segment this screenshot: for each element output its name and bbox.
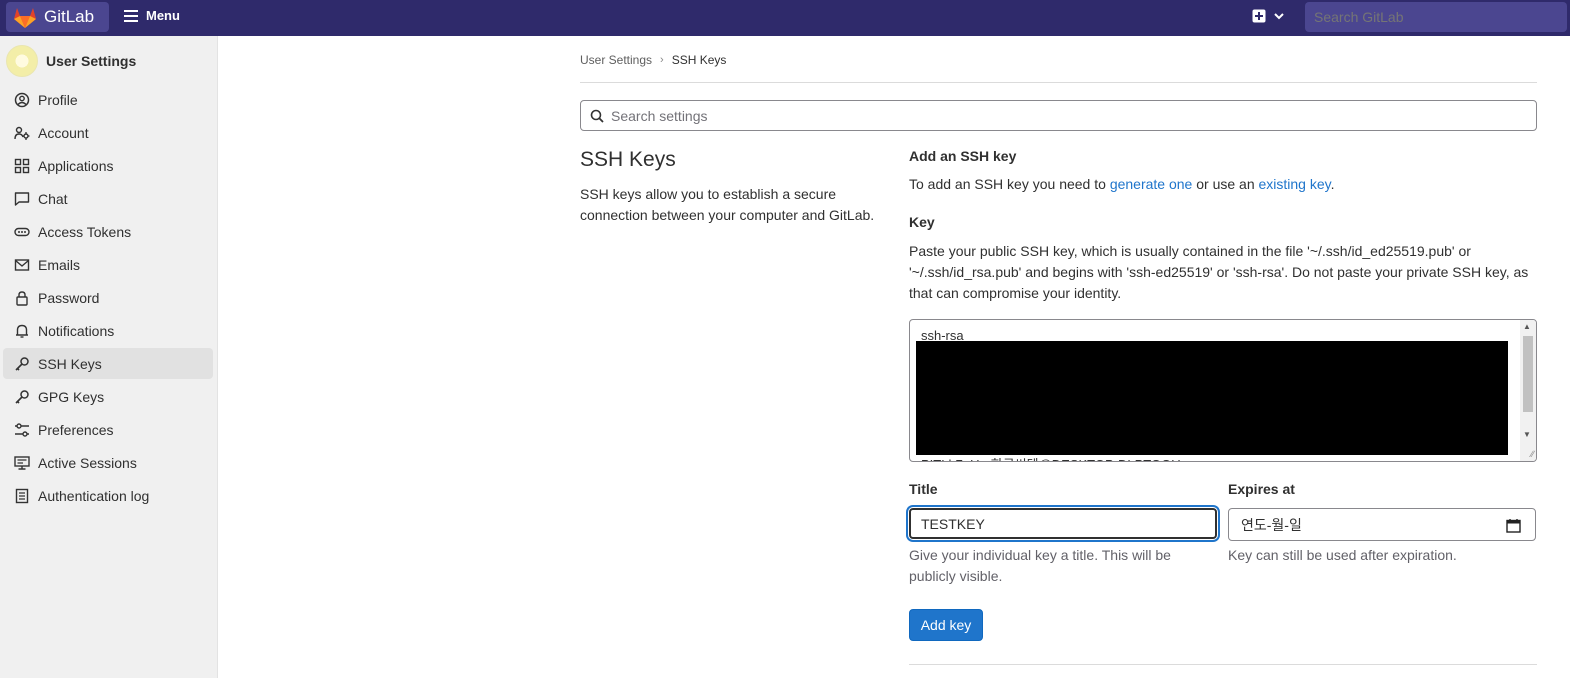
resize-handle-icon[interactable]: ∕∕ (1531, 449, 1534, 459)
expires-label: Expires at (1228, 481, 1295, 497)
expires-help-text: Key can still be used after expiration. (1228, 547, 1457, 563)
sidebar-item-account[interactable]: Account (3, 117, 213, 148)
account-icon (14, 125, 30, 141)
sidebar-item-label: Active Sessions (38, 454, 137, 471)
generate-one-link[interactable]: generate one (1110, 176, 1193, 192)
gitlab-home-link[interactable]: GitLab (6, 2, 109, 32)
avatar (6, 45, 38, 77)
sidebar-item-label: Applications (38, 157, 114, 174)
chat-icon (14, 191, 30, 207)
sidebar-item-applications[interactable]: Applications (3, 150, 213, 181)
redacted-key-block (916, 341, 1508, 455)
applications-icon (14, 158, 30, 174)
sidebar-item-label: GPG Keys (38, 388, 105, 405)
title-help-text: Give your individual key a title. This w… (909, 547, 1171, 584)
sidebar-item-password[interactable]: Password (3, 282, 213, 313)
sidebar-item-label: Profile (38, 91, 78, 108)
section-title: SSH Keys (580, 148, 676, 171)
form-heading: Add an SSH key (909, 148, 1017, 164)
profile-icon (14, 92, 30, 108)
divider (580, 82, 1537, 83)
sidebar-item-label: Preferences (38, 421, 114, 438)
sidebar-item-emails[interactable]: Emails (3, 249, 213, 280)
search-icon (590, 109, 604, 123)
sidebar-item-label: Access Tokens (38, 223, 132, 240)
key-label: Key (909, 214, 935, 230)
key-value-last-line: PITLh7eU= 한국씨텍@DESKTOP-DLPTOQU (921, 454, 1181, 461)
global-search-input[interactable] (1305, 2, 1567, 32)
sidebar-item-label: Account (38, 124, 89, 141)
chevron-down-icon (1274, 13, 1284, 20)
sidebar-item-label: Chat (38, 190, 68, 207)
breadcrumb-parent-link[interactable]: User Settings (580, 53, 652, 67)
scroll-down-icon[interactable]: ▼ (1523, 430, 1531, 439)
sidebar-item-ssh-keys[interactable]: SSH Keys (3, 348, 213, 379)
top-navigation-bar: GitLab Menu (0, 0, 1570, 36)
add-key-button[interactable]: Add key (909, 609, 983, 641)
expires-date-value: 연도-월-일 (1241, 516, 1302, 533)
breadcrumb-current[interactable]: SSH Keys (672, 53, 727, 67)
title-input[interactable] (909, 508, 1217, 539)
chevron-right-icon: › (660, 54, 664, 66)
token-icon (14, 224, 30, 240)
key-icon (14, 356, 30, 372)
sidebar-item-gpg-keys[interactable]: GPG Keys (3, 381, 213, 412)
breadcrumb: User Settings › SSH Keys (580, 53, 726, 67)
bell-icon (14, 323, 30, 339)
sidebar-item-notifications[interactable]: Notifications (3, 315, 213, 346)
sidebar-item-preferences[interactable]: Preferences (3, 414, 213, 445)
gitlab-logo-icon (14, 8, 36, 28)
sidebar-item-chat[interactable]: Chat (3, 183, 213, 214)
sidebar-header[interactable]: User Settings (6, 45, 136, 77)
sidebar-item-active-sessions[interactable]: Active Sessions (3, 447, 213, 478)
calendar-icon[interactable] (1506, 518, 1521, 533)
sidebar-item-label: Authentication log (38, 487, 150, 504)
divider (909, 664, 1537, 665)
mail-icon (14, 257, 30, 273)
new-dropdown-button[interactable] (1252, 9, 1285, 23)
sidebar-item-authentication-log[interactable]: Authentication log (3, 480, 213, 511)
section-description: SSH keys allow you to establish a secure… (580, 186, 875, 223)
search-settings-input[interactable] (611, 107, 1511, 124)
plus-square-icon (1252, 9, 1266, 23)
expires-date-input[interactable]: 연도-월-일 (1228, 508, 1536, 541)
form-intro: To add an SSH key you need to generate o… (909, 176, 1335, 192)
title-label: Title (909, 481, 938, 497)
intro-prefix: To add an SSH key you need to (909, 176, 1110, 192)
settings-sidebar: User Settings Profile Account Applicatio… (0, 36, 218, 678)
scroll-up-icon[interactable]: ▲ (1523, 322, 1531, 331)
sidebar-item-profile[interactable]: Profile (3, 84, 213, 115)
search-settings-box (580, 100, 1537, 131)
existing-key-link[interactable]: existing key (1259, 176, 1331, 192)
sidebar-item-label: Notifications (38, 322, 115, 339)
textarea-scrollbar[interactable]: ▲ ▼ (1520, 320, 1536, 461)
log-icon (14, 488, 30, 504)
sidebar-item-label: Password (38, 289, 100, 306)
sidebar-item-label: Emails (38, 256, 81, 273)
preferences-icon (14, 422, 30, 438)
monitor-icon (14, 455, 30, 471)
hamburger-icon (124, 9, 138, 22)
lock-icon (14, 290, 30, 306)
key-help-text: Paste your public SSH key, which is usua… (909, 243, 1529, 301)
menu-button[interactable]: Menu (124, 8, 180, 23)
sidebar-title: User Settings (46, 53, 137, 69)
key-icon (14, 389, 30, 405)
intro-middle: or use an (1192, 176, 1259, 192)
menu-label: Menu (146, 8, 180, 23)
key-textarea[interactable]: ssh-rsa PITLh7eU= 한국씨텍@DESKTOP-DLPTOQU ▲… (909, 319, 1537, 462)
scrollbar-thumb[interactable] (1523, 336, 1533, 412)
sidebar-item-label: SSH Keys (38, 355, 102, 372)
intro-suffix: . (1330, 176, 1335, 192)
brand-name: GitLab (44, 7, 95, 26)
sidebar-item-access-tokens[interactable]: Access Tokens (3, 216, 213, 247)
